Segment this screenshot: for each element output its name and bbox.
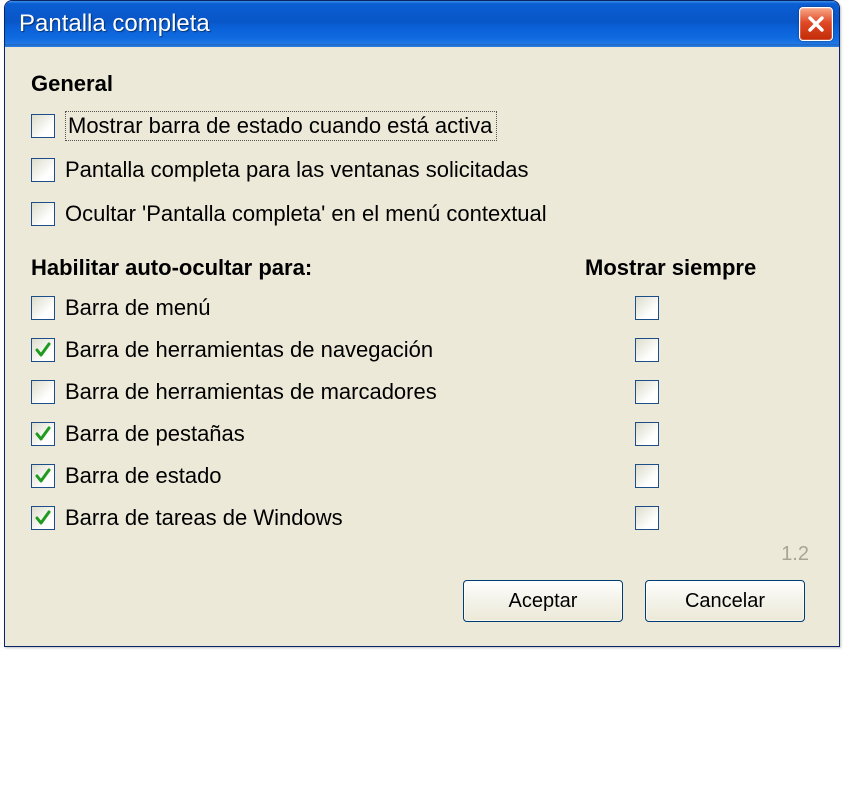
accept-button[interactable]: Aceptar [463, 580, 623, 622]
autohide-row: Barra de tareas de Windows [31, 497, 815, 539]
hide-context-menu-checkbox[interactable] [31, 202, 55, 226]
fullscreen-requested-windows-checkbox[interactable] [31, 158, 55, 182]
autohide-nav-toolbar-checkbox[interactable] [31, 338, 55, 362]
always-statusbar-checkbox[interactable] [635, 464, 659, 488]
autohide-heading: Habilitar auto-ocultar para: [31, 255, 585, 281]
general-option-row: Pantalla completa para las ventanas soli… [31, 151, 815, 189]
autohide-statusbar-checkbox[interactable] [31, 464, 55, 488]
autohide-header-row: Habilitar auto-ocultar para: Mostrar sie… [31, 255, 815, 281]
autohide-row: Barra de herramientas de navegación [31, 329, 815, 371]
autohide-bookmarks-toolbar-label: Barra de herramientas de marcadores [65, 379, 437, 405]
show-status-bar-label: Mostrar barra de estado cuando está acti… [65, 111, 497, 141]
dialog-button-row: Aceptar Cancelar [31, 568, 815, 628]
always-windows-taskbar-checkbox[interactable] [635, 506, 659, 530]
autohide-row: Barra de estado [31, 455, 815, 497]
autohide-tabbar-label: Barra de pestañas [65, 421, 245, 447]
autohide-windows-taskbar-label: Barra de tareas de Windows [65, 505, 343, 531]
always-bookmarks-toolbar-checkbox[interactable] [635, 380, 659, 404]
general-option-row: Mostrar barra de estado cuando está acti… [31, 107, 815, 145]
hide-context-menu-label: Ocultar 'Pantalla completa' en el menú c… [65, 201, 547, 227]
always-nav-toolbar-checkbox[interactable] [635, 338, 659, 362]
close-button[interactable] [799, 7, 833, 41]
general-heading: General [31, 71, 815, 97]
always-show-heading: Mostrar siempre [585, 255, 815, 281]
version-label: 1.2 [31, 543, 815, 568]
fullscreen-requested-windows-label: Pantalla completa para las ventanas soli… [65, 157, 529, 183]
autohide-tabbar-checkbox[interactable] [31, 422, 55, 446]
autohide-menubar-label: Barra de menú [65, 295, 211, 321]
cancel-button[interactable]: Cancelar [645, 580, 805, 622]
show-status-bar-checkbox[interactable] [31, 114, 55, 138]
titlebar: Pantalla completa [5, 1, 839, 47]
autohide-nav-toolbar-label: Barra de herramientas de navegación [65, 337, 433, 363]
autohide-windows-taskbar-checkbox[interactable] [31, 506, 55, 530]
autohide-statusbar-label: Barra de estado [65, 463, 222, 489]
autohide-bookmarks-toolbar-checkbox[interactable] [31, 380, 55, 404]
autohide-row: Barra de herramientas de marcadores [31, 371, 815, 413]
always-menubar-checkbox[interactable] [635, 296, 659, 320]
close-icon [807, 15, 825, 33]
autohide-row: Barra de menú [31, 287, 815, 329]
dialog-content: General Mostrar barra de estado cuando e… [5, 47, 839, 646]
general-option-row: Ocultar 'Pantalla completa' en el menú c… [31, 195, 815, 233]
fullscreen-settings-dialog: Pantalla completa General Mostrar barra … [4, 0, 840, 647]
autohide-menubar-checkbox[interactable] [31, 296, 55, 320]
dialog-title: Pantalla completa [19, 10, 210, 38]
always-tabbar-checkbox[interactable] [635, 422, 659, 446]
autohide-row: Barra de pestañas [31, 413, 815, 455]
